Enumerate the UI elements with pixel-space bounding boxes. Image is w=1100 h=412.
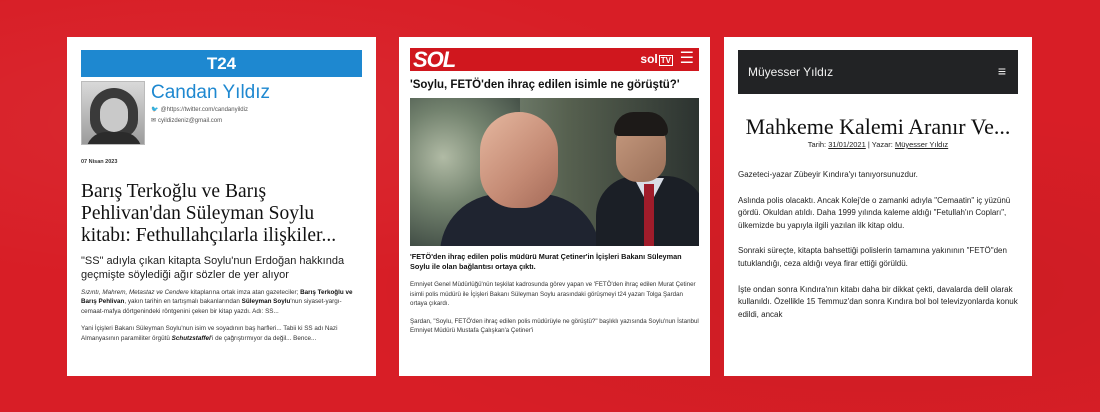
author-block: Candan Yıldız 🐦 @https://twitter.com/cand… (81, 81, 362, 145)
article-lead: 'FETÖ'den ihraç edilen polis müdürü Mura… (410, 252, 682, 271)
author-email[interactable]: ✉ cyildizdeniz@gmail.com (151, 117, 270, 126)
article-photo (410, 98, 699, 246)
t24-header-bar[interactable]: T24 (81, 50, 362, 77)
hamburger-menu-icon[interactable]: ☰ (680, 50, 694, 68)
article-paragraph: Sonraki süreçte, kitapta bahsettiği poli… (738, 246, 1007, 268)
t24-logo[interactable]: T24 (207, 54, 236, 73)
article-paragraph: Şardan, "Soylu, FETÖ'den ihraç edilen po… (410, 317, 699, 335)
article-paragraph: İşte ondan sonra Kındıra'nın kitabı daha… (738, 284, 1018, 319)
twitter-icon: 🐦 (151, 107, 159, 113)
author-twitter[interactable]: 🐦 @https://twitter.com/candanyildiz (151, 106, 270, 115)
sol-logo[interactable]: SOL (413, 49, 456, 71)
article-date-link[interactable]: 31/01/2021 (828, 140, 866, 149)
hamburger-menu-icon[interactable]: ≡ (998, 62, 1006, 80)
sol-header-bar: SOL sol TV ☰ (410, 48, 699, 71)
t24-article-card: T24 Candan Yıldız 🐦 @https://twitter.com/… (67, 37, 376, 376)
article-author-link[interactable]: Müyesser Yıldız (895, 140, 948, 149)
article-body: Gazeteci-yazar Zübeyir Kındıra'yı tanıyo… (738, 169, 1018, 321)
article-title: Mahkeme Kalemi Aranır Ve... (745, 114, 1011, 139)
article-paragraph: Aslında polis olacaktı. Ancak Kolej'de o… (738, 195, 1011, 230)
blog-article-card: Müyesser Yıldız ≡ Mahkeme Kalemi Aranır … (724, 37, 1032, 376)
article-subtitle: "SS" adıyla çıkan kitapta Soylu'nun Erdo… (81, 255, 345, 281)
article-paragraph: Emniyet Genel Müdürlüğü'nün teşkilat kad… (410, 281, 696, 308)
envelope-icon: ✉ (151, 118, 157, 124)
article-title: Barış Terkoğlu ve Barış Pehlivan'dan Sül… (81, 181, 337, 246)
author-photo (81, 81, 145, 145)
author-name[interactable]: Candan Yıldız (151, 82, 270, 104)
article-paragraph: Sızıntı, Mahrem, Metastaz ve Cendere kit… (81, 289, 353, 315)
article-title: 'Soylu, FETÖ'den ihraç edilen isimle ne … (410, 79, 680, 91)
article-paragraph: Yani İçişleri Bakanı Süleyman Soylu'nun … (81, 325, 338, 342)
article-paragraph: Gazeteci-yazar Zübeyir Kındıra'yı tanıyo… (738, 170, 918, 179)
article-body: Sızıntı, Mahrem, Metastaz ve Cendere kit… (81, 288, 362, 343)
article-date: 07 Nisan 2023 (81, 159, 118, 165)
blog-header-bar: Müyesser Yıldız ≡ (738, 50, 1018, 94)
sol-tv-logo[interactable]: sol TV (640, 52, 673, 68)
sol-article-card: SOL sol TV ☰ 'Soylu, FETÖ'den ihraç edile… (399, 37, 710, 376)
blog-site-title[interactable]: Müyesser Yıldız (748, 64, 833, 80)
article-meta: Tarih: 31/01/2021 | Yazar: Müyesser Yıld… (807, 140, 949, 149)
article-body: Emniyet Genel Müdürlüğü'nün teşkilat kad… (410, 280, 699, 336)
